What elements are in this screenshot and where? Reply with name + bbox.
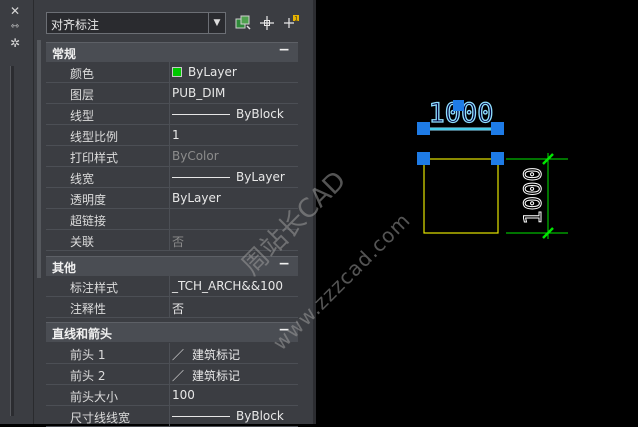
grip-handle[interactable] [491,122,504,135]
linetype-sample-icon [172,114,230,115]
section-other-title: 其他 [52,261,77,275]
prop-label: 注释性 [70,302,107,316]
settings-icon[interactable]: ✲ [7,36,23,50]
prop-label: 线型 [70,109,95,123]
prop-value: PUB_DIM [172,86,226,100]
prop-label: 前头大小 [70,390,119,404]
grip-handle[interactable] [453,100,464,111]
scrollbar-thumb[interactable] [37,40,41,278]
prop-value: ByLayer [236,170,285,184]
prop-linetype[interactable]: 线型 ByBlock [46,104,298,125]
prop-arrow-1[interactable]: 前头 1 ／ 建筑标记 [46,343,298,364]
section-lines-arrows[interactable]: 直线和箭头 − [46,322,298,342]
prop-label: 前头 2 [70,369,106,383]
arch-tick-icon: ／ [172,348,185,362]
grip-handle[interactable] [491,152,504,165]
chevron-down-icon[interactable]: ▼ [208,13,225,33]
prop-annotative[interactable]: 注释性 否 [46,297,298,318]
lineweight-sample-icon [172,416,230,417]
prop-value: 建筑标记 [192,348,241,362]
prop-linetype-scale[interactable]: 线型比例 1 [46,125,298,146]
prop-label: 透明度 [70,193,107,207]
section-lines-title: 直线和箭头 [52,327,113,341]
prop-label: 标注样式 [70,281,119,295]
drawing-viewport[interactable]: 1000 1000 [316,0,638,424]
drawing-rectangle[interactable] [423,158,499,234]
arch-tick-icon: ／ [172,369,185,383]
prop-value: ByColor [172,149,219,163]
quick-select-icon[interactable] [234,14,252,32]
prop-label: 图层 [70,88,95,102]
dim-text-right: 1000 [519,167,547,225]
scrollbar[interactable] [34,40,44,424]
prop-value: ByLayer [188,65,237,79]
prop-plot-style[interactable]: 打印样式 ByColor [46,146,298,167]
grip-handle[interactable] [417,122,430,135]
palette-grip[interactable] [10,66,14,416]
grip-handle[interactable] [417,152,430,165]
close-icon[interactable]: ✕ [7,4,23,18]
prop-label: 超链接 [70,214,107,228]
pick-icon[interactable] [258,14,276,32]
object-type-value: 对齐标注 [51,18,100,32]
prop-value: 否 [172,235,185,249]
prop-arrow-2[interactable]: 前头 2 ／ 建筑标记 [46,364,298,385]
pin-icon[interactable]: ⇿ [7,20,23,34]
svg-text:1: 1 [294,16,298,23]
prop-value: ByBlock [236,409,284,423]
palette-title-strip: ✕ ⇿ ✲ [0,0,34,424]
prop-arrow-size[interactable]: 前头大小 100 [46,385,298,406]
prop-label: 线宽 [70,172,95,186]
color-swatch-icon [172,67,182,77]
prop-label: 打印样式 [70,151,119,165]
section-general-title: 常规 [52,47,77,61]
prop-value: 建筑标记 [192,369,241,383]
collapse-icon[interactable]: − [278,42,290,58]
prop-value: ByBlock [236,107,284,121]
prop-value: ByLayer [172,191,221,205]
prop-value: 100 [172,388,195,402]
prop-transparency[interactable]: 透明度 ByLayer [46,188,298,209]
object-type-select[interactable]: 对齐标注 ▼ [46,12,226,34]
prop-label: 前头 1 [70,348,106,362]
prop-value: _TCH_ARCH&&100 [172,279,283,293]
prop-layer[interactable]: 图层 PUB_DIM [46,83,298,104]
lineweight-sample-icon [172,177,230,178]
prop-label: 尺寸线线宽 [70,411,131,425]
toggle-pickadd-icon[interactable]: 1 [282,14,300,32]
prop-label: 线型比例 [70,130,119,144]
drawing-canvas[interactable]: 1000 1000 [316,0,638,424]
prop-label: 颜色 [70,67,95,81]
section-general[interactable]: 常规 − [46,42,298,62]
prop-value: 否 [172,302,185,316]
prop-value: 1 [172,128,180,142]
prop-label: 关联 [70,235,95,249]
prop-lineweight[interactable]: 线宽 ByLayer [46,167,298,188]
dimension-right[interactable]: 1000 [506,153,568,239]
prop-color[interactable]: 颜色 ByLayer [46,62,298,83]
